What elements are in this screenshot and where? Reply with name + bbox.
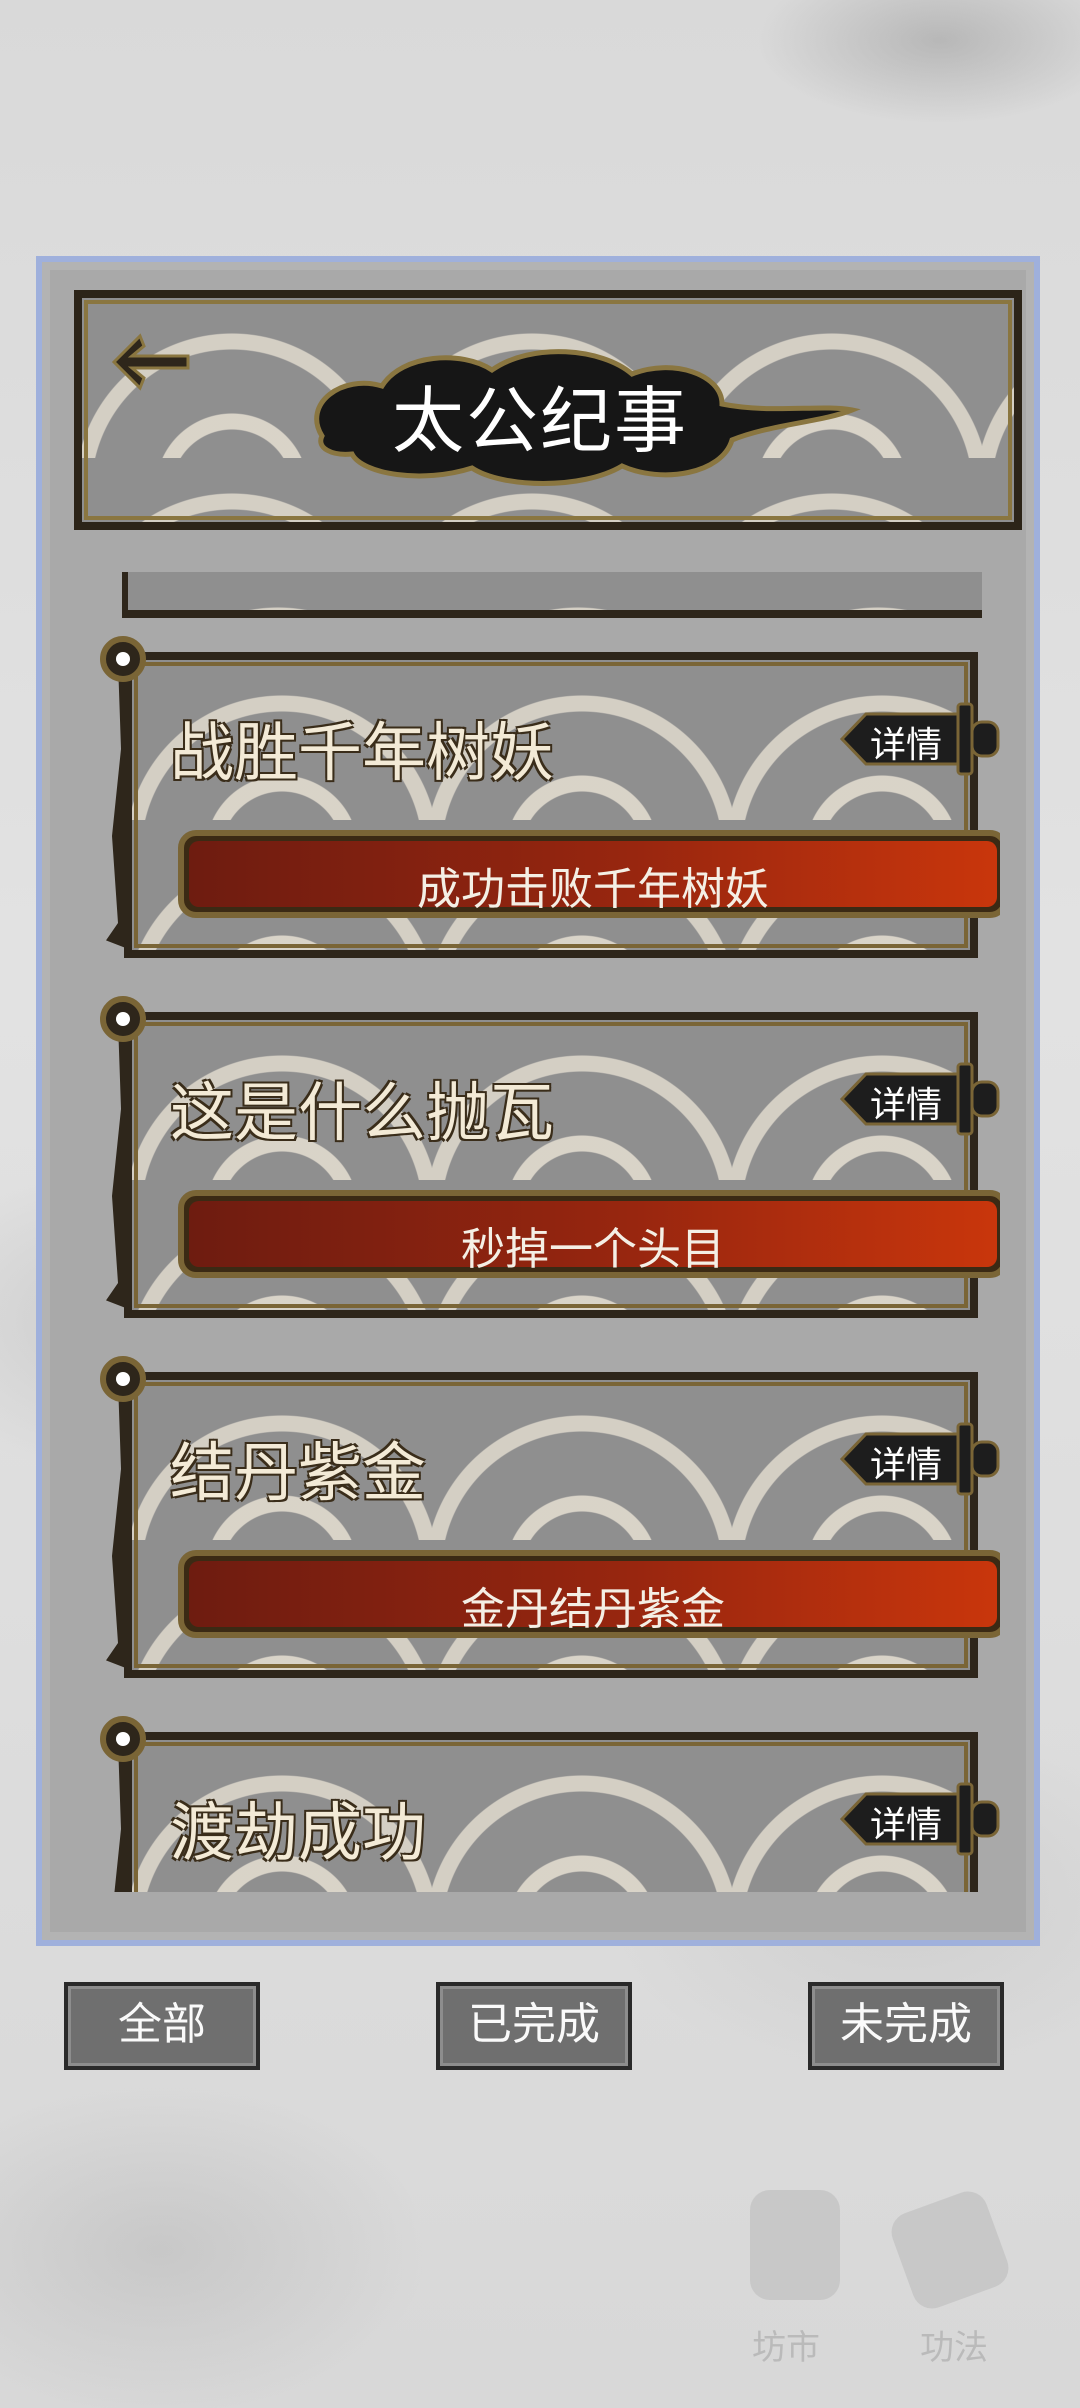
- pin-icon: [100, 996, 146, 1042]
- filter-undone-label: 未完成: [840, 1999, 972, 2050]
- page-title: 太公纪事: [392, 379, 689, 463]
- achievement-card: 结丹紫金 详情 金丹结丹紫金: [100, 1356, 1000, 1680]
- pin-icon: [100, 636, 146, 682]
- back-button[interactable]: [110, 332, 192, 392]
- shop-icon: [750, 2190, 840, 2300]
- shop-nav-label: 坊市: [752, 2328, 820, 2368]
- detail-button[interactable]: 详情: [840, 1416, 1000, 1502]
- skills-nav-label: 功法: [920, 2328, 988, 2368]
- panel-header: 太公纪事: [74, 290, 1022, 530]
- back-arrow-icon: [111, 333, 190, 391]
- achievement-desc-bar: 秒掉一个头目: [178, 1190, 1000, 1278]
- achievement-desc-bar: 成功击败千年树妖: [178, 830, 1000, 918]
- filter-all-label: 全部: [118, 1999, 206, 2050]
- filter-all-button[interactable]: 全部: [64, 1982, 260, 2070]
- detail-button[interactable]: 详情: [840, 1776, 1000, 1862]
- detail-label: 详情: [869, 725, 942, 766]
- achievement-list[interactable]: 战胜千年树妖 详情 成功击败千年树妖 这是什么抛瓦 详情 秒掉一个头目 结丹紫金…: [100, 572, 1000, 1892]
- achievement-desc: 金丹结丹紫金: [461, 1584, 725, 1635]
- achievement-title: 这是什么抛瓦: [170, 1077, 554, 1151]
- achievement-panel: 太公纪事 战胜千年树妖 详情 成功击败千年树妖 这是什么抛瓦 详情 秒掉一个头目…: [36, 256, 1040, 1946]
- filter-undone-button[interactable]: 未完成: [808, 1982, 1004, 2070]
- achievement-card: 这是什么抛瓦 详情 秒掉一个头目: [100, 996, 1000, 1320]
- detail-button[interactable]: 详情: [840, 696, 1000, 782]
- achievement-title: 渡劫成功: [170, 1797, 426, 1871]
- achievement-card: 战胜千年树妖 详情 成功击败千年树妖: [100, 636, 1000, 960]
- detail-button[interactable]: 详情: [840, 1056, 1000, 1142]
- panel-inner: 太公纪事 战胜千年树妖 详情 成功击败千年树妖 这是什么抛瓦 详情 秒掉一个头目…: [50, 270, 1026, 1932]
- bar-fill: 成功击败千年树妖: [189, 841, 997, 915]
- achievement-desc-bar: 金丹结丹紫金: [178, 1550, 1000, 1638]
- detail-label: 详情: [869, 1445, 942, 1486]
- book-icon: [885, 2185, 1015, 2315]
- achievement-desc: 秒掉一个头目: [461, 1224, 725, 1275]
- detail-label: 详情: [869, 1805, 942, 1846]
- achievement-title: 结丹紫金: [170, 1437, 426, 1511]
- pin-icon: [100, 1356, 146, 1402]
- achievement-card: 渡劫成功 详情: [100, 1716, 1000, 1892]
- filter-done-label: 已完成: [468, 1999, 600, 2050]
- achievement-desc: 成功击败千年树妖: [417, 864, 769, 915]
- filter-done-button[interactable]: 已完成: [436, 1982, 632, 2070]
- bar-fill: 秒掉一个头目: [189, 1201, 997, 1275]
- bar-fill: 金丹结丹紫金: [189, 1561, 997, 1635]
- achievement-title: 战胜千年树妖: [170, 717, 554, 791]
- previous-card-edge: [122, 572, 982, 618]
- pin-icon: [100, 1716, 146, 1762]
- detail-label: 详情: [869, 1085, 942, 1126]
